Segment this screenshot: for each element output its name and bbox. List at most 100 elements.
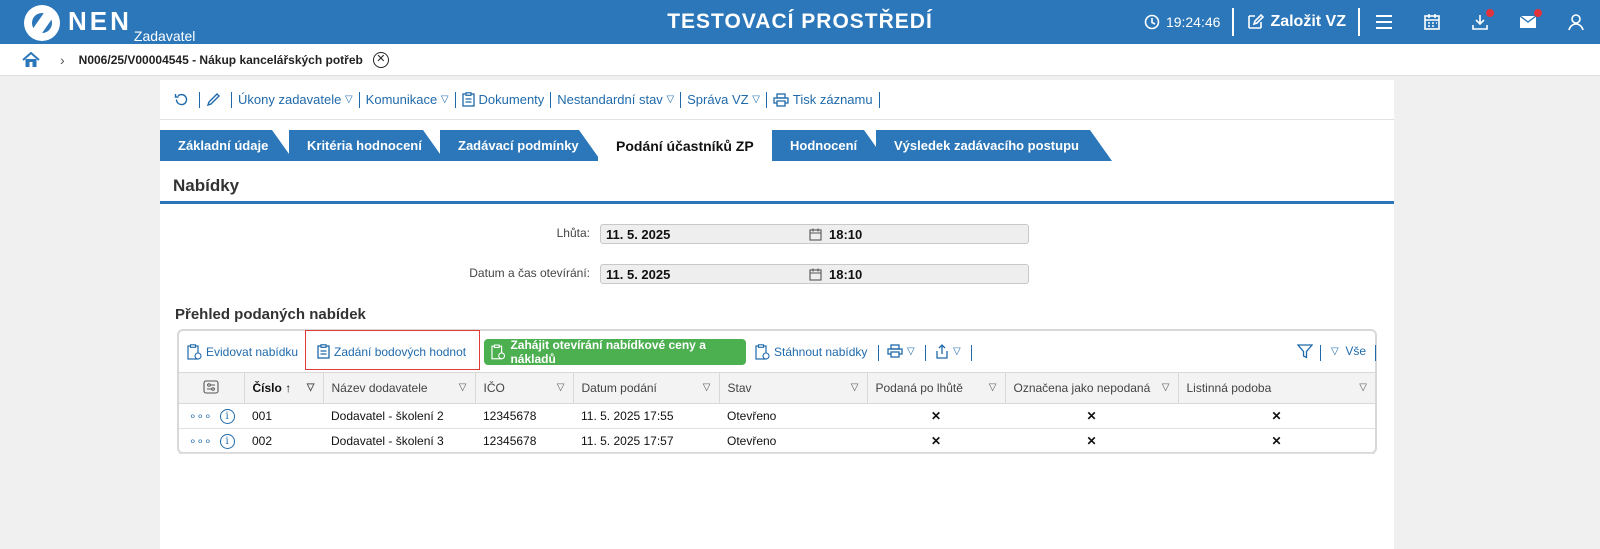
messages-button[interactable] [1504,0,1552,44]
more-icon[interactable]: ∘∘∘ [189,434,212,448]
downloads-button[interactable] [1456,0,1504,44]
tab-kriteria-hodnoceni[interactable]: Kritéria hodnocení [289,130,445,161]
more-icon[interactable]: ∘∘∘ [189,409,212,423]
tab-hodnoceni[interactable]: Hodnocení [772,130,886,161]
calendar-button[interactable] [1408,0,1456,44]
cross-icon: ✕ [1178,403,1375,429]
komunikace-menu[interactable]: Komunikace ▽ [360,92,455,107]
cell-ico: 12345678 [475,428,573,454]
breadcrumb: › N006/25/V00004545 - Nákup kancelářskýc… [0,44,1600,76]
sprava-menu[interactable]: Správa VZ ▽ [681,92,766,107]
create-vz-label: Založit VZ [1270,13,1346,30]
zadani-bodovych-hodnot-button[interactable]: Zadání bodových hodnot [317,344,466,359]
lhuta-field: 11. 5. 2025 18:10 [600,224,1029,244]
sprava-label: Správa VZ [687,92,749,107]
column-nepodana-label: Označena jako nepodaná [1013,381,1151,395]
nen-logo[interactable]: NEN Zadavatel [24,4,196,44]
info-icon[interactable]: i [219,408,235,424]
caret-down-icon: ▽ [1331,345,1339,357]
tab-zakladni-udaje[interactable]: Základní údaje [160,130,294,161]
ukony-menu[interactable]: Úkony zadavatele ▽ [232,92,359,107]
column-settings[interactable] [179,372,245,404]
nestandardni-label: Nestandardní stav [557,92,663,107]
top-header: NEN Zadavatel TESTOVACÍ PROSTŘEDÍ 19:24:… [0,0,1600,44]
column-stav[interactable]: Stav ▽ [719,372,868,404]
column-ico[interactable]: IČO ▽ [475,372,574,404]
tab-zadavaci-podminky[interactable]: Zadávací podmínky [440,130,601,161]
tab-vysledek[interactable]: Výsledek zadávacího postupu [876,130,1112,161]
column-po-lhute[interactable]: Podaná po lhůtě ▽ [867,372,1006,404]
logo-text: NEN [68,6,132,36]
table-row[interactable]: ∘∘∘ i 001 Dodavatel - školení 2 12345678 … [179,403,1375,429]
edit-button[interactable] [200,92,231,107]
filter-caret-icon[interactable]: ▽ [459,382,467,393]
logo-subtitle: Zadavatel [133,28,196,44]
action-toolbar: Úkony zadavatele ▽ Komunikace ▽ Dokument… [160,80,1394,120]
toolbar-divider [925,345,926,361]
table-row[interactable]: ∘∘∘ i 002 Dodavatel - školení 3 12345678 … [179,428,1375,454]
info-icon[interactable]: i [219,433,235,449]
view-select[interactable]: ▽ Vše [1331,344,1366,358]
cross-icon: ✕ [1005,428,1178,454]
close-icon[interactable]: ✕ [372,51,389,68]
share-icon [936,344,948,359]
otevirani-date: 11. 5. 2025 [606,267,671,282]
stahnout-button[interactable]: Stáhnout nabídky [755,344,867,360]
zadani-label: Zadání bodových hodnot [334,344,467,359]
export-menu[interactable]: ▽ [935,344,961,359]
cross-icon: ✕ [1178,428,1375,454]
user-button[interactable] [1552,0,1600,44]
filter-caret-icon[interactable]: ▽ [1162,382,1170,393]
column-listinna[interactable]: Listinná podoba ▽ [1178,372,1375,404]
printer-icon [887,344,903,358]
lhuta-label: Lhůta: [556,226,590,240]
column-nazev[interactable]: Název dodavatele ▽ [323,372,476,404]
refresh-button[interactable] [168,92,199,107]
filter-caret-icon[interactable]: ▽ [307,382,315,393]
toolbar-divider [1320,345,1321,361]
column-datum[interactable]: Datum podání ▽ [573,372,720,404]
home-icon[interactable] [22,51,40,68]
column-nepodana[interactable]: Označena jako nepodaná ▽ [1005,372,1179,404]
otevirani-time: 18:10 [829,267,863,282]
column-po-lhute-label: Podaná po lhůtě [875,381,963,395]
komunikace-label: Komunikace [365,92,438,107]
column-cislo[interactable]: Číslo ↑ ▽ [244,372,324,404]
cell-nazev: Dodavatel - školení 3 [323,428,475,454]
column-stav-label: Stav [727,381,752,395]
section-divider [160,201,1394,204]
toolbar-divider [878,345,879,361]
filter-button[interactable] [1297,344,1317,359]
cross-icon: ✕ [867,428,1005,454]
filter-caret-icon[interactable]: ▽ [1359,382,1367,393]
tisk-button[interactable]: Tisk záznamu [767,92,879,107]
printer-icon [773,92,789,107]
columns-settings-icon [203,379,219,394]
filter-caret-icon[interactable]: ▽ [557,382,565,393]
column-cislo-label: Číslo [252,381,282,395]
dokumenty-button[interactable]: Dokumenty [456,92,551,107]
print-menu[interactable]: ▽ [887,344,915,358]
toolbar-divider [1375,345,1376,361]
filter-caret-icon[interactable]: ▽ [851,382,859,393]
table-header-row: Číslo ↑ ▽ Název dodavatele ▽ IČO ▽ Datum po… [179,372,1375,404]
caret-down-icon: ▽ [666,94,675,105]
ukony-label: Úkony zadavatele [238,92,342,107]
view-label: Vše [1345,344,1367,358]
caret-down-icon: ▽ [344,94,353,105]
mail-icon [1519,15,1537,28]
breadcrumb-title[interactable]: N006/25/V00004545 - Nákup kancelářských … [79,53,363,67]
clipboard-gear-icon [755,344,770,360]
session-clock: 19:24:46 [1144,14,1233,30]
create-vz-button[interactable]: Založit VZ [1234,13,1358,31]
cell-stav: Otevřeno [719,403,867,429]
nestandardni-menu[interactable]: Nestandardní stav ▽ [551,92,680,107]
pencil-icon [206,93,220,107]
filter-caret-icon[interactable]: ▽ [989,382,997,393]
calendar-icon [809,228,822,241]
menu-button[interactable] [1360,0,1408,44]
filter-caret-icon[interactable]: ▽ [703,382,711,393]
tab-podani-ucastniku[interactable]: Podání účastníků ZP [598,130,770,161]
evidovat-button[interactable]: Evidovat nabídku [187,344,298,360]
zahajit-otevirani-button[interactable]: Zahájit otevírání nabídkové ceny a nákla… [484,338,746,366]
